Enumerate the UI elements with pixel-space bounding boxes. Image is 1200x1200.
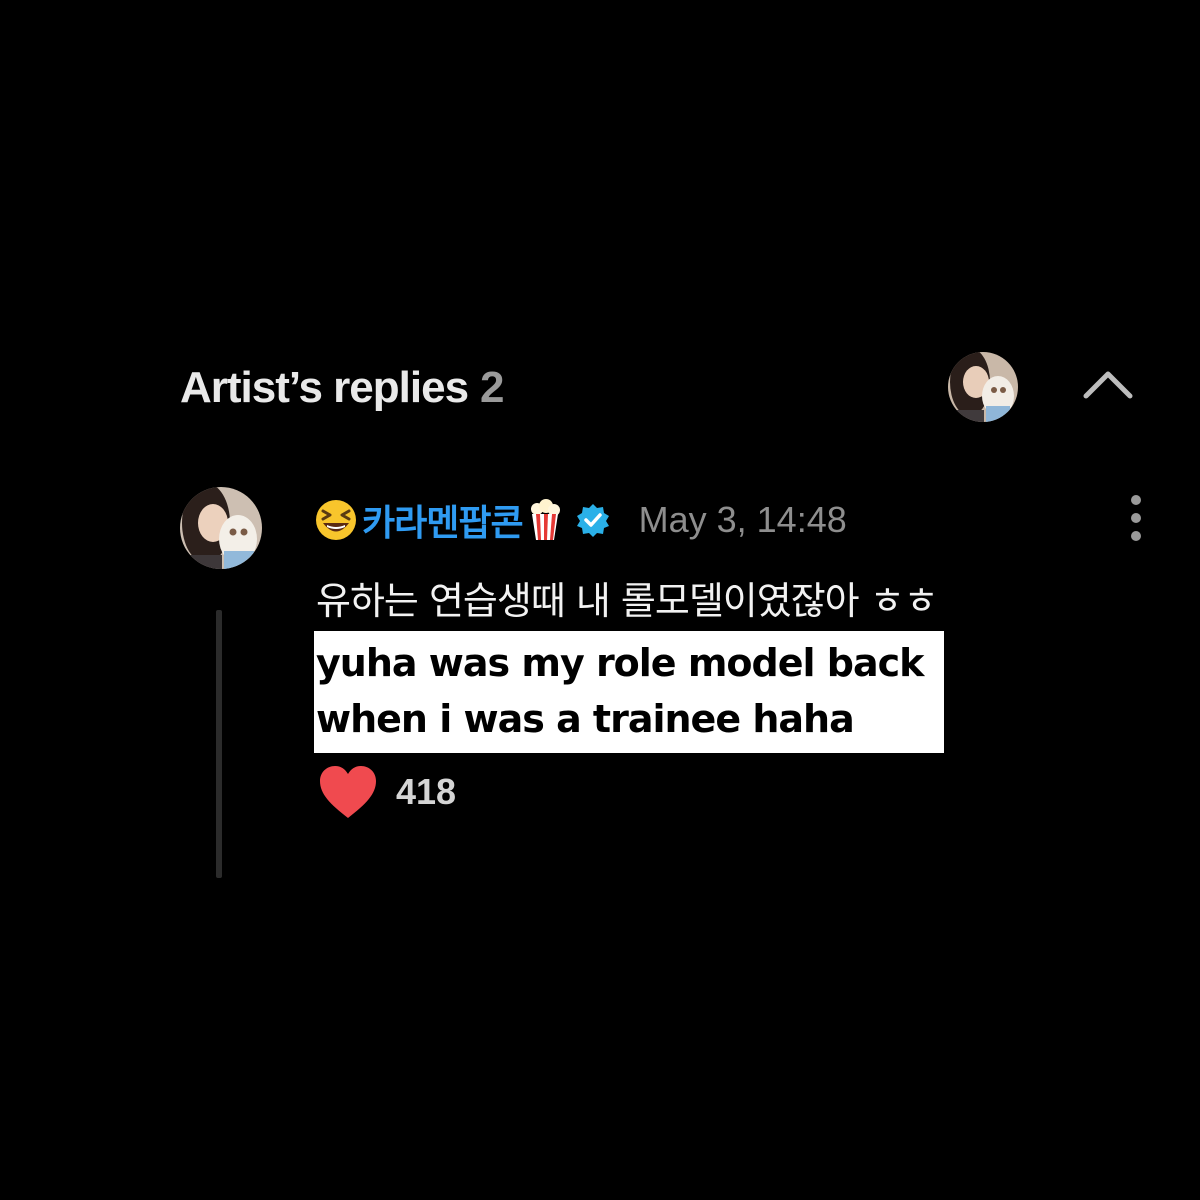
comment-body: 유하는 연습생때 내 롤모델이였잖아 ㅎㅎ bbox=[316, 579, 939, 623]
laughing-emoji-icon bbox=[314, 498, 358, 542]
verified-badge-icon bbox=[575, 502, 611, 538]
like-row: 418 bbox=[318, 762, 456, 822]
reply-count: 2 bbox=[480, 363, 505, 412]
comment-author-name[interactable]: 카라멘팝콘 bbox=[362, 494, 524, 546]
translation-line: when i was a trainee haha bbox=[316, 697, 855, 741]
comment-timestamp: May 3, 14:48 bbox=[638, 499, 847, 540]
heart-icon[interactable] bbox=[318, 764, 378, 820]
translation-caption: yuha was my role model back when i was a… bbox=[314, 631, 944, 753]
translation-line: yuha was my role model back bbox=[316, 641, 924, 685]
artist-replies-header: Artist’s replies 2 bbox=[180, 358, 505, 418]
section-title: Artist’s replies bbox=[180, 363, 469, 412]
more-options-icon[interactable] bbox=[1118, 490, 1154, 550]
comment-author-avatar[interactable] bbox=[180, 487, 262, 569]
collapse-chevron-up-icon[interactable] bbox=[1078, 360, 1138, 410]
reply-thread-line bbox=[216, 610, 222, 878]
like-count: 418 bbox=[396, 771, 457, 812]
header-avatar[interactable] bbox=[948, 352, 1018, 422]
popcorn-icon bbox=[527, 498, 563, 542]
comment-meta: 카라멘팝콘 May 3, 14:48 bbox=[314, 494, 847, 546]
